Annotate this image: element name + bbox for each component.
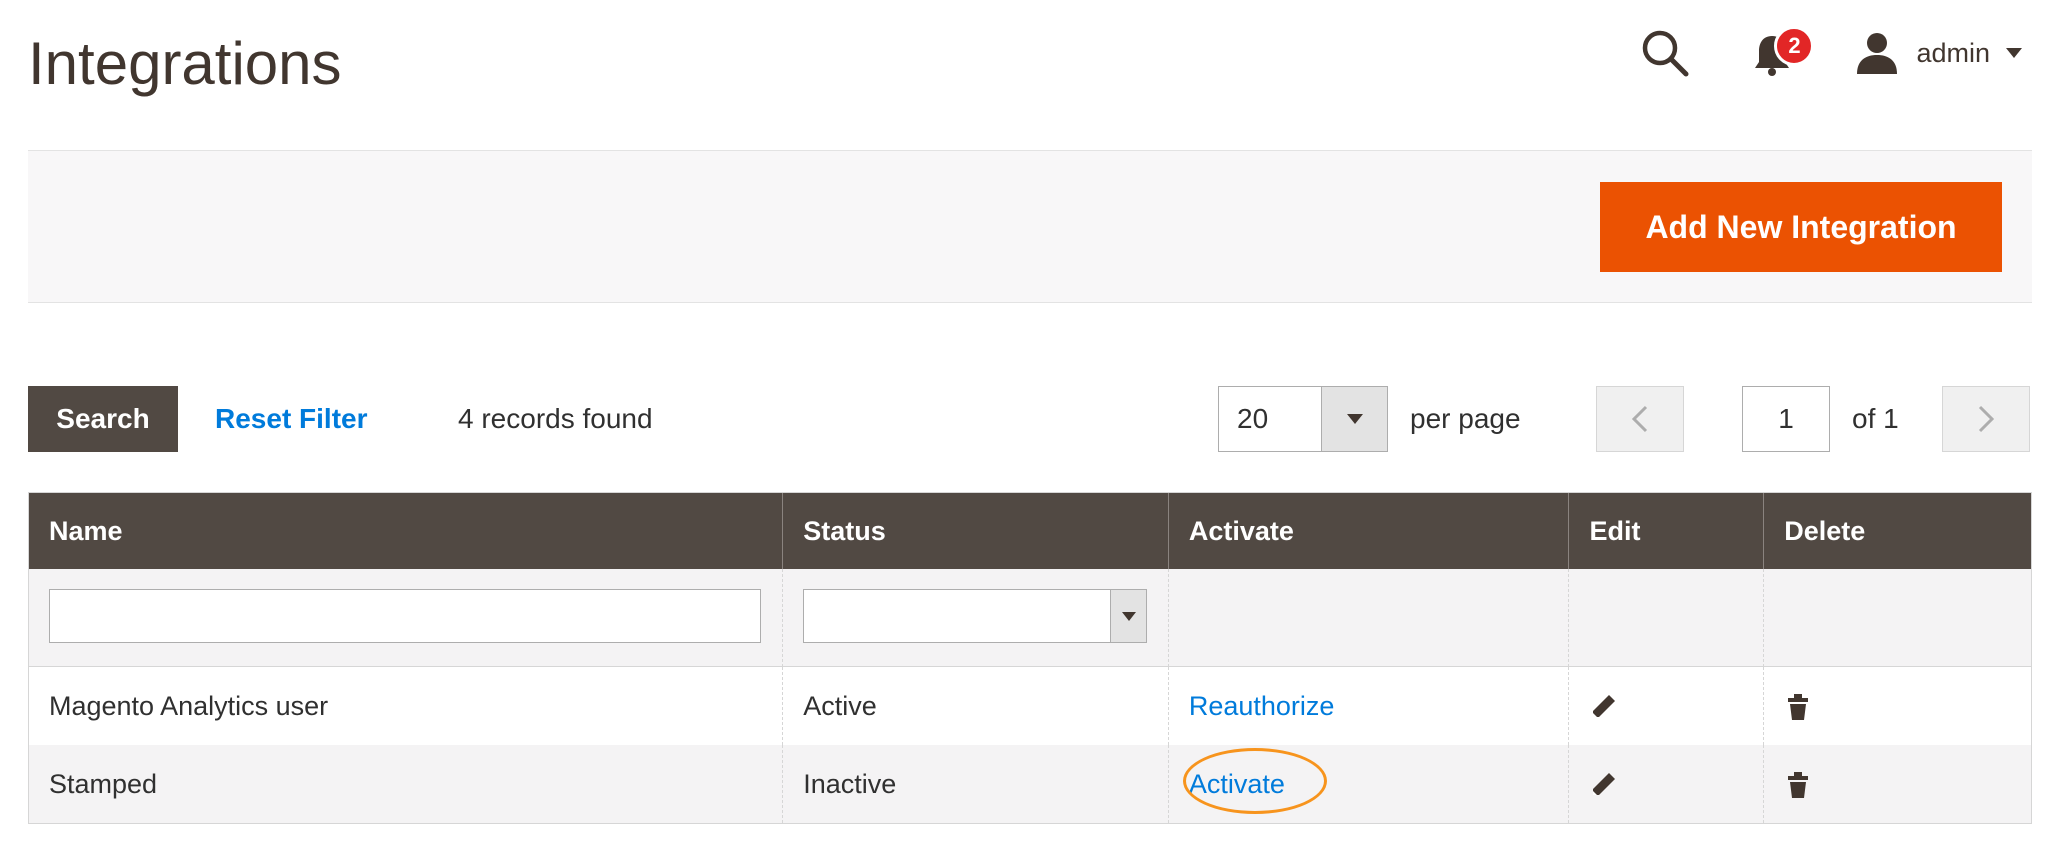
column-header-activate: Activate (1167, 493, 1569, 569)
highlight-circle (1182, 748, 1327, 814)
chevron-right-icon (1978, 405, 1994, 433)
next-page-button[interactable] (1942, 386, 2030, 452)
trash-icon[interactable] (1784, 771, 1812, 799)
chevron-left-icon (1632, 405, 1648, 433)
delete-filter-cell (1763, 569, 2031, 667)
notification-badge: 2 (1774, 26, 1815, 66)
column-header-name[interactable]: Name (29, 493, 782, 569)
integrations-grid: Name Status Activate Edit Delete Magento… (28, 492, 2032, 824)
user-icon (1857, 33, 1898, 74)
page-title: Integrations (28, 30, 342, 97)
delete-cell (1763, 667, 2031, 745)
per-page-value: 20 (1237, 403, 1269, 434)
filter-row (29, 569, 2031, 667)
status-filter-dropdown-button[interactable] (1110, 590, 1147, 642)
grid-header-row: Name Status Activate Edit Delete (29, 493, 2031, 569)
pencil-icon[interactable] (1589, 693, 1617, 721)
status-filter-cell (782, 569, 1168, 667)
integration-status: Inactive (782, 745, 1168, 823)
name-filter-input[interactable] (49, 589, 761, 643)
pencil-icon[interactable] (1589, 771, 1617, 799)
activate-filter-cell (1167, 569, 1569, 667)
trash-icon[interactable] (1784, 693, 1812, 721)
header-actions: 2 admin (1638, 26, 2022, 80)
edit-filter-cell (1568, 569, 1763, 667)
notifications[interactable]: 2 (1748, 26, 1815, 80)
chevron-down-icon (2006, 48, 2022, 58)
records-count: 4 records found (458, 403, 653, 434)
column-header-delete: Delete (1763, 493, 2031, 569)
edit-cell (1568, 745, 1763, 823)
add-new-integration-button[interactable]: Add New Integration (1600, 182, 2002, 272)
reauthorize-link[interactable]: Reauthorize (1189, 691, 1335, 721)
per-page-dropdown-button[interactable] (1321, 387, 1387, 451)
per-page-select[interactable]: 20 (1218, 386, 1388, 452)
chevron-down-icon (1121, 611, 1136, 621)
integration-name: Magento Analytics user (49, 691, 329, 721)
page-actions-bar: Add New Integration (28, 150, 2032, 303)
activate-link-wrap: Activate (1182, 745, 1327, 823)
edit-cell (1568, 667, 1763, 745)
column-header-status[interactable]: Status (782, 493, 1168, 569)
search-icon[interactable] (1638, 26, 1692, 80)
integration-name: Stamped (49, 769, 158, 799)
table-row: Magento Analytics user Active Reauthoriz… (29, 667, 2031, 745)
status-filter-value (804, 590, 1110, 642)
delete-cell (1763, 745, 2031, 823)
user-menu[interactable]: admin (1854, 30, 2022, 76)
total-pages-label: of 1 (1852, 403, 1899, 434)
column-header-edit: Edit (1568, 493, 1763, 569)
per-page-label: per page (1410, 403, 1521, 434)
table-row: Stamped Inactive Activate (29, 745, 2031, 823)
search-button[interactable]: Search (28, 386, 178, 452)
previous-page-button[interactable] (1596, 386, 1684, 452)
name-filter-cell (29, 569, 782, 667)
chevron-down-icon (1346, 414, 1363, 424)
activate-cell: Activate (1167, 745, 1569, 823)
user-name: admin (1916, 37, 1990, 68)
status-filter-select[interactable] (803, 589, 1148, 643)
activate-cell: Reauthorize (1167, 667, 1569, 745)
integration-status: Active (782, 667, 1168, 745)
page-number-input[interactable]: 1 (1742, 386, 1830, 452)
reset-filter-link[interactable]: Reset Filter (215, 400, 368, 438)
